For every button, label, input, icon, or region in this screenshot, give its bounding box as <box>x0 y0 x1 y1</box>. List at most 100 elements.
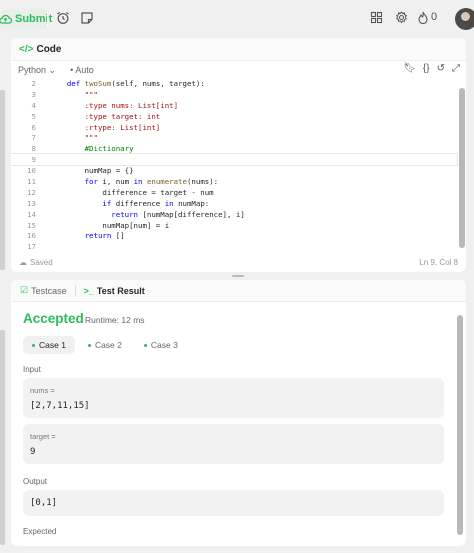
editor-scrollbar[interactable] <box>459 88 465 248</box>
result-scrollbar[interactable] <box>457 315 463 535</box>
code-line[interactable]: 17 <box>11 241 457 252</box>
braces-icon[interactable]: {} <box>423 63 430 74</box>
left-scrollbar-lower[interactable] <box>0 330 5 545</box>
bookmark-icon[interactable]: 🔖︎ <box>403 63 416 74</box>
cursor-position: Ln 9, Col 8 <box>419 258 458 267</box>
code-text: numMap[num] = i <box>49 220 170 230</box>
code-icon: </> <box>19 43 34 55</box>
mode-select[interactable]: • Auto <box>70 65 94 75</box>
line-number: 5 <box>31 111 36 121</box>
note-icon[interactable] <box>80 11 94 25</box>
top-bar: Submit 0 <box>0 0 474 38</box>
line-number: 4 <box>31 100 36 110</box>
output-value: [0,1] <box>30 498 58 508</box>
result-tabs: ☑ Testcase >_ Test Result <box>11 280 466 302</box>
code-line[interactable]: 13 if difference in numMap: <box>11 198 457 209</box>
divider <box>47 11 48 27</box>
mode-label: Auto <box>75 65 94 75</box>
code-text: :type target: int <box>49 111 161 121</box>
code-line[interactable]: 4 :type nums: List[int] <box>11 100 457 111</box>
code-text: for i, num in enumerate(nums): <box>84 176 219 186</box>
fullscreen-icon[interactable]: ⤢ <box>452 63 460 74</box>
code-line[interactable]: 2 def twoSum(self, nums, target): <box>11 78 457 89</box>
case-tabs: Case 1 Case 2 Case 3 <box>23 336 187 354</box>
case-status-dot <box>143 343 147 347</box>
code-line[interactable]: 10 numMap = {} <box>11 165 457 176</box>
code-line[interactable]: 9 <box>11 153 458 167</box>
tab-testcase-label: Testcase <box>31 285 67 296</box>
case-tab-label: Case 2 <box>94 340 122 350</box>
code-line[interactable]: 14 return [numMap[difference], i] <box>11 209 457 220</box>
nums-key: nums = <box>30 386 55 395</box>
tab-test-result-label: Test Result <box>96 285 145 296</box>
reset-icon[interactable]: ↺ <box>437 63 445 74</box>
line-number: 17 <box>27 242 36 252</box>
runtime: Runtime: 12 ms <box>85 315 145 325</box>
case-tab[interactable]: Case 3 <box>135 336 187 354</box>
editor-status-bar: ☁︎ Saved Ln 9, Col 8 <box>11 253 466 272</box>
code-panel: </> Code Python ⌄ • Auto 🔖︎ {} ↺ ⤢ 2 def… <box>11 38 466 272</box>
code-text: #Dictionary <box>49 144 134 154</box>
code-panel-title: Code <box>36 43 62 55</box>
code-panel-header: </> Code <box>11 38 466 61</box>
code-text: return [] <box>84 231 125 241</box>
result-panel: ☑ Testcase >_ Test Result Accepted Runti… <box>11 280 466 546</box>
tab-test-result[interactable]: >_ Test Result <box>84 286 145 296</box>
line-number: 8 <box>31 144 36 154</box>
language-label: Python <box>18 64 47 75</box>
case-status-dot <box>87 343 91 347</box>
code-text: numMap = {} <box>49 166 134 176</box>
input-label: Input <box>23 365 41 374</box>
code-text: if difference in numMap: <box>102 198 210 208</box>
code-editor[interactable]: 2 def twoSum(self, nums, target): 3 """ 4 … <box>11 78 458 253</box>
code-text: return [numMap[difference], i] <box>111 209 245 219</box>
code-line[interactable]: 3 """ <box>11 89 457 100</box>
line-number: 16 <box>27 231 36 241</box>
panel-resize-handle[interactable] <box>232 275 244 277</box>
checkbox-icon: ☑ <box>20 285 29 295</box>
chevron-down-icon: ⌄ <box>48 64 57 75</box>
left-scrollbar[interactable] <box>0 90 5 270</box>
bullet-icon: • <box>70 65 74 75</box>
code-text: """ <box>49 89 98 99</box>
case-tab[interactable]: Case 1 <box>23 336 75 354</box>
terminal-icon: >_ <box>83 285 94 296</box>
code-line[interactable]: 15 numMap[num] = i <box>11 220 457 231</box>
line-number: 11 <box>27 176 36 186</box>
code-text: def twoSum(self, nums, target): <box>66 78 205 88</box>
output-box: [0,1] <box>23 490 444 516</box>
saved-status: Saved <box>30 258 53 267</box>
avatar[interactable] <box>455 8 474 30</box>
submit-button[interactable]: Submit <box>0 9 52 29</box>
code-line[interactable]: 5 :type target: int <box>11 111 457 122</box>
expected-label: Expected <box>23 527 57 536</box>
code-line[interactable]: 7 """ <box>11 132 457 143</box>
alarm-clock-icon[interactable] <box>56 11 70 25</box>
case-tab-label: Case 1 <box>39 340 66 350</box>
code-line[interactable]: 16 return [] <box>11 230 457 241</box>
code-line[interactable]: 6 :rtype: List[int] <box>11 122 457 133</box>
verdict: Accepted <box>23 311 84 326</box>
tab-testcase[interactable]: ☑ Testcase <box>20 285 67 296</box>
line-number: 2 <box>31 78 36 88</box>
code-line[interactable]: 12 difference = target - num <box>11 187 457 198</box>
cloud-upload-icon <box>0 14 12 24</box>
gear-icon[interactable] <box>395 11 408 24</box>
line-number: 3 <box>31 89 36 99</box>
code-line[interactable]: 8 #Dictionary <box>11 143 457 154</box>
nums-value: [2,7,11,15] <box>30 401 90 411</box>
language-select[interactable]: Python ⌄ <box>18 65 56 76</box>
streak-count: 0 <box>431 11 438 23</box>
cloud-icon: ☁︎ <box>19 258 27 267</box>
line-number: 10 <box>27 166 36 176</box>
case-tab[interactable]: Case 2 <box>79 336 131 354</box>
nums-box: nums = [2,7,11,15] <box>23 378 444 418</box>
output-label: Output <box>23 477 48 486</box>
target-value: 9 <box>30 447 36 457</box>
flame-icon[interactable] <box>417 11 429 24</box>
tab-divider <box>74 285 76 296</box>
target-box: target = 9 <box>23 424 444 464</box>
line-number: 13 <box>27 198 36 208</box>
code-line[interactable]: 11 for i, num in enumerate(nums): <box>11 176 457 187</box>
layout-icon[interactable] <box>370 11 383 24</box>
